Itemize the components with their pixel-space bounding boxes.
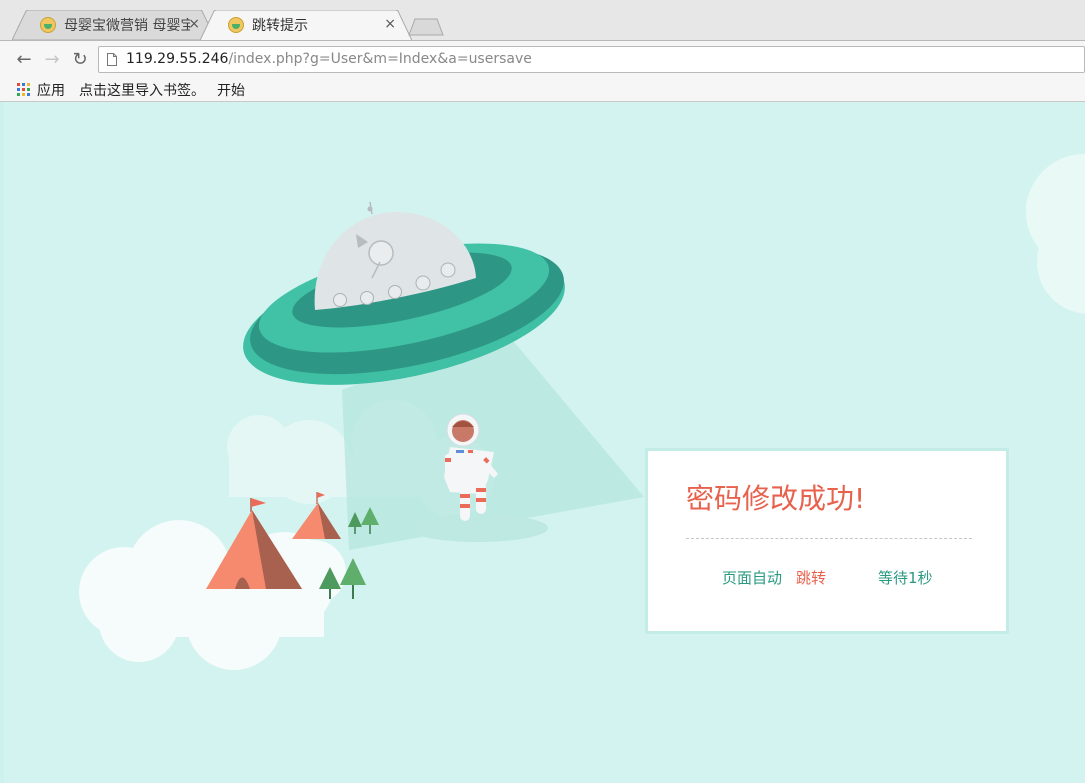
auto-redirect-label: 页面自动 (722, 569, 783, 587)
import-bookmarks-link[interactable]: 点击这里导入书签。 (79, 80, 205, 100)
page-icon (107, 53, 117, 66)
url-host: 119.29.55.246 (126, 51, 229, 67)
cloud-right (1026, 154, 1085, 314)
tab-strip: 母婴宝微营销 母婴宝 × 跳转提示 × (0, 0, 1085, 40)
address-bar[interactable]: 119.29.55.246/index.php?g=User&m=Index&a… (98, 46, 1085, 73)
wait-countdown: 等待1秒 (878, 569, 933, 587)
forward-arrow-icon[interactable]: → (42, 50, 62, 70)
close-icon[interactable]: × (384, 16, 396, 32)
site-favicon-icon (40, 17, 56, 33)
apps-bookmark[interactable]: 应用 (37, 80, 65, 100)
start-bookmark-link[interactable]: 开始 (217, 80, 245, 100)
tab-redirect[interactable]: 跳转提示 × (200, 10, 412, 40)
page-content: 密码修改成功! 页面自动 跳转 等待1秒 (4, 102, 1085, 783)
ufo-illustration (79, 154, 1085, 670)
success-title: 密码修改成功! (686, 482, 866, 515)
url-text: 119.29.55.246/index.php?g=User&m=Index&a… (126, 47, 532, 72)
browser-toolbar: ← → ↻ 119.29.55.246/index.php?g=User&m=I… (0, 40, 1085, 78)
tab-mother-baby[interactable]: 母婴宝微营销 母婴宝 × (12, 10, 216, 40)
back-arrow-icon[interactable]: ← (14, 50, 34, 70)
close-icon[interactable]: × (188, 16, 200, 32)
site-favicon-icon (228, 17, 244, 33)
jump-link[interactable]: 跳转 (796, 567, 826, 588)
divider (686, 538, 972, 539)
redirect-message-box: 密码修改成功! 页面自动 跳转 等待1秒 (645, 448, 1009, 634)
cloud-front (79, 520, 346, 670)
new-tab-button[interactable] (408, 18, 444, 36)
tab-title: 跳转提示 (252, 18, 308, 34)
bookmarks-bar: 应用 点击这里导入书签。 开始 (0, 78, 1085, 102)
apps-grid-icon[interactable] (17, 83, 31, 97)
url-path: /index.php?g=User&m=Index&a=usersave (228, 51, 532, 67)
reload-icon[interactable]: ↻ (70, 50, 90, 70)
astronaut-shadow (408, 514, 548, 542)
tab-title: 母婴宝微营销 母婴宝 (64, 18, 190, 34)
